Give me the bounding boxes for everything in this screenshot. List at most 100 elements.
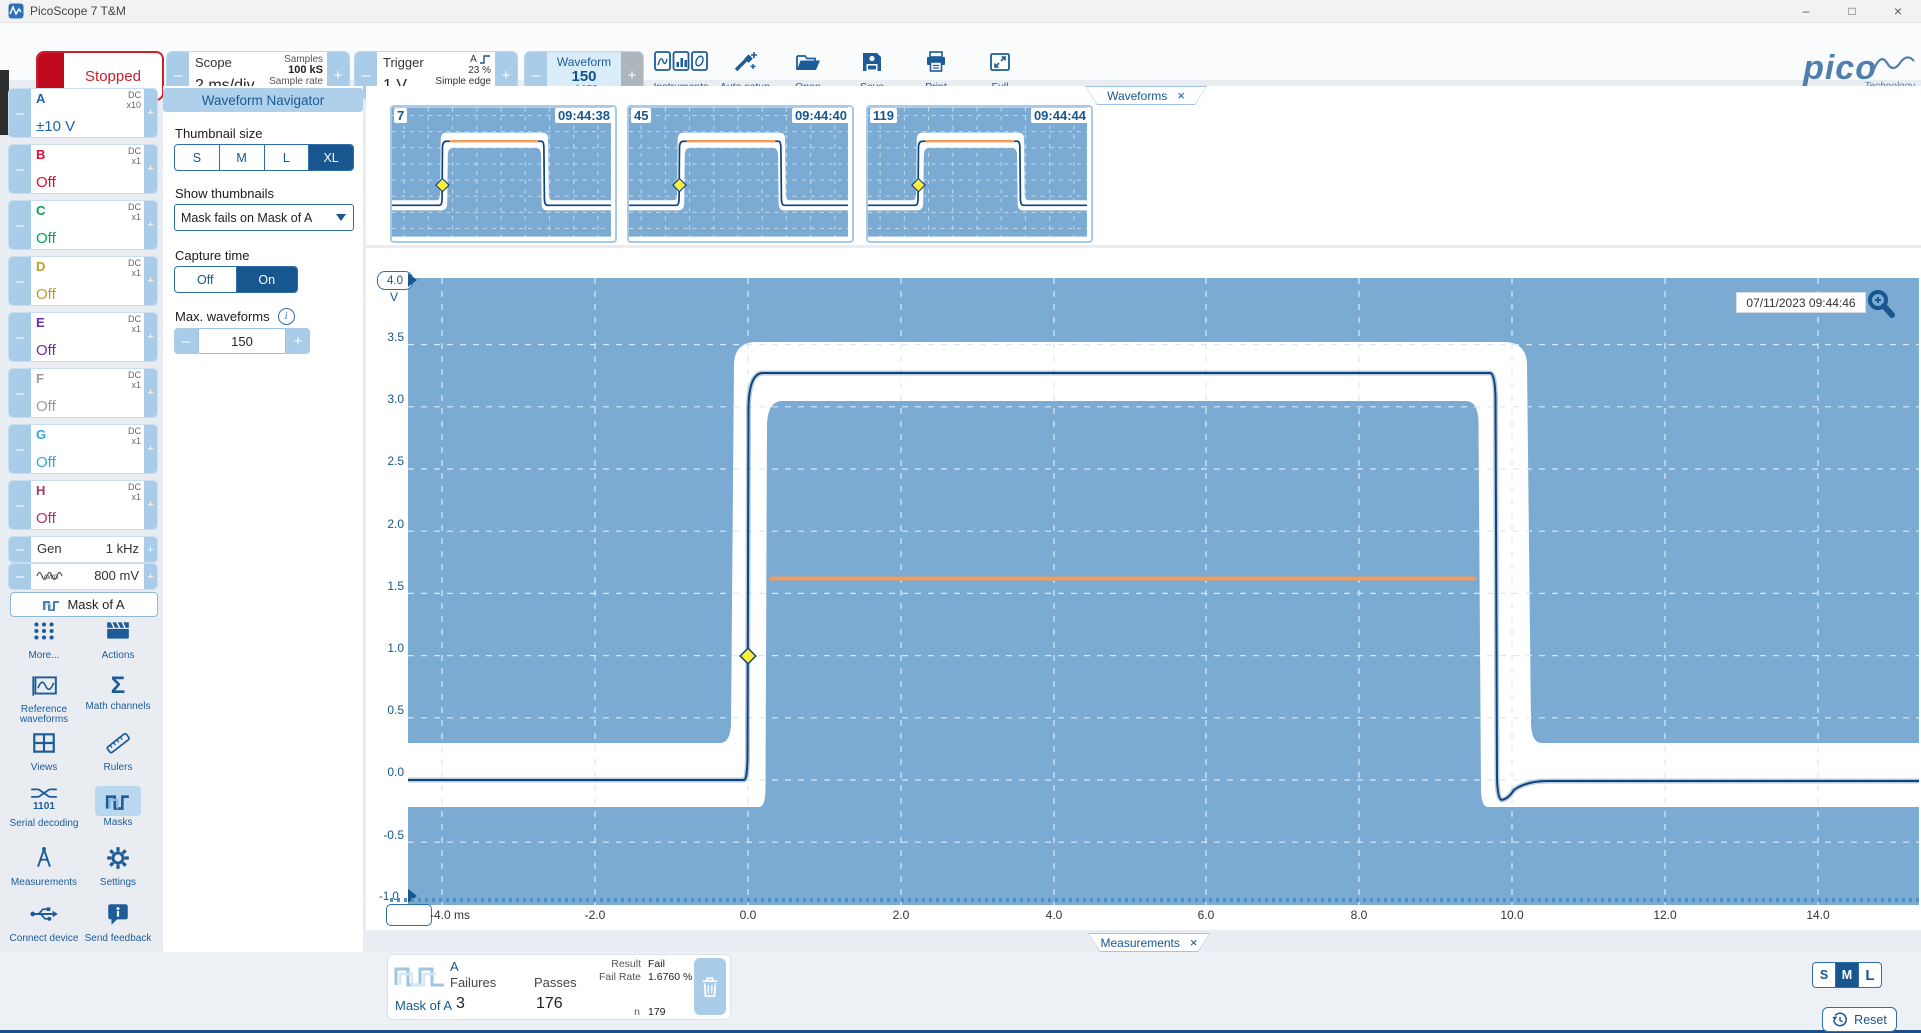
max-waveforms-increase-button[interactable]: + <box>286 328 310 354</box>
sidebar-item-send-feedback[interactable]: Send feedback <box>82 901 154 955</box>
channel-card-g[interactable]: – G DCx1 Off + <box>8 424 158 474</box>
max-waveforms-value[interactable]: 150 <box>198 328 286 354</box>
x-tick: -2.0 <box>565 908 625 922</box>
channel-d-expand-button[interactable]: + <box>144 257 157 305</box>
thumbnail-index: 7 <box>394 108 407 123</box>
channel-h-coupling: DC <box>128 482 141 492</box>
waveform-thumbnail[interactable]: 119 09:44:44 <box>866 105 1093 243</box>
channel-card-a[interactable]: – A DCx10 ±10 V + <box>8 88 158 138</box>
awg-collapse-button[interactable]: – <box>9 564 31 589</box>
size-s-button[interactable]: S <box>1813 963 1835 987</box>
size-l-button[interactable]: L <box>264 145 309 170</box>
size-xl-button[interactable]: XL <box>308 145 353 170</box>
channel-card-c[interactable]: – C DCx1 Off + <box>8 200 158 250</box>
mask-of-a-button[interactable]: Mask of A <box>10 592 158 617</box>
channel-card-e[interactable]: – E DCx1 Off + <box>8 312 158 362</box>
bottom-strip: Mask of A A Failures 3 Passes 176 Result… <box>0 952 1921 1033</box>
channel-e-id: E <box>36 315 45 330</box>
sidebar-item-rulers[interactable]: Rulers <box>82 730 154 784</box>
channel-a-collapse-button[interactable]: – <box>9 89 31 137</box>
size-m-button[interactable]: M <box>219 145 264 170</box>
thumbnail-index: 119 <box>870 108 897 123</box>
sidebar-item-masks[interactable]: Masks <box>82 786 154 840</box>
generator-expand-button[interactable]: + <box>144 537 157 562</box>
channel-d-collapse-button[interactable]: – <box>9 257 31 305</box>
tab-waveforms[interactable]: Waveforms × <box>1085 86 1207 105</box>
channel-f-collapse-button[interactable]: – <box>9 369 31 417</box>
channel-a-range: ±10 V <box>36 118 75 135</box>
sidebar-item-actions[interactable]: Actions <box>82 618 154 672</box>
tab-measurements[interactable]: Measurements × <box>1088 933 1210 952</box>
generator-row[interactable]: – Gen 1 kHz + <box>8 536 158 563</box>
mask-measurement-icon <box>394 961 446 987</box>
sidebar-item-serial-decoding[interactable]: 1101 Serial decoding <box>8 786 80 840</box>
capture-time-off-button[interactable]: Off <box>175 267 236 292</box>
generator-collapse-button[interactable]: – <box>9 537 31 562</box>
channel-card-b[interactable]: – B DCx1 Off + <box>8 144 158 194</box>
waveform-thumbnail[interactable]: 45 09:44:40 <box>627 105 854 243</box>
channel-h-expand-button[interactable]: + <box>144 481 157 529</box>
channel-h-collapse-button[interactable]: – <box>9 481 31 529</box>
show-thumbnails-label: Show thumbnails <box>175 186 274 201</box>
maximize-button[interactable]: □ <box>1829 0 1875 22</box>
reset-label: Reset <box>1854 1013 1887 1027</box>
awg-row[interactable]: – AWG 800 mV + <box>8 563 158 590</box>
delete-measurement-button[interactable] <box>694 958 726 1015</box>
sidebar-item-measurements[interactable]: Measurements <box>8 845 80 899</box>
thumbnail-size-control: S M L XL <box>174 144 354 171</box>
thumbnail-strip: Waveforms × 7 09:44:38 45 09:44:40 <box>366 86 1921 245</box>
channel-b-expand-button[interactable]: + <box>144 145 157 193</box>
channel-g-expand-button[interactable]: + <box>144 425 157 473</box>
svg-text:1101: 1101 <box>33 801 55 812</box>
measurements-tab-close-icon[interactable]: × <box>1190 935 1198 950</box>
sidebar-item-settings[interactable]: Settings <box>82 845 154 899</box>
channel-e-collapse-button[interactable]: – <box>9 313 31 361</box>
channel-g-collapse-button[interactable]: – <box>9 425 31 473</box>
awg-expand-button[interactable]: + <box>144 564 157 589</box>
channel-c-expand-button[interactable]: + <box>144 201 157 249</box>
sidebar-item-math-channels[interactable]: Σ Math channels <box>82 674 154 728</box>
size-m-button[interactable]: M <box>1835 963 1858 987</box>
waveform-thumbnail[interactable]: 7 09:44:38 <box>390 105 617 243</box>
measurement-mask-name: Mask of A <box>395 998 452 1013</box>
size-l-button[interactable]: L <box>1858 963 1881 987</box>
channel-card-h[interactable]: – H DCx1 Off + <box>8 480 158 530</box>
channel-e-expand-button[interactable]: + <box>144 313 157 361</box>
failures-value: 3 <box>456 995 465 1013</box>
send-feedback-icon <box>105 901 131 927</box>
serial-decoding-label: Serial decoding <box>8 819 80 829</box>
capture-time-on-button[interactable]: On <box>236 267 298 292</box>
y-axis-top-handle[interactable] <box>408 273 417 287</box>
channel-card-f[interactable]: – F DCx1 Off + <box>8 368 158 418</box>
sidebar-item-views[interactable]: Views <box>8 730 80 784</box>
show-thumbnails-dropdown[interactable]: Mask fails on Mask of A <box>174 204 354 231</box>
masks-active-chip <box>95 786 141 816</box>
channel-a-expand-button[interactable]: + <box>144 89 157 137</box>
close-button[interactable]: × <box>1875 0 1921 22</box>
sidebar-item-more[interactable]: More... <box>8 618 80 672</box>
x-tick: 2.0 <box>871 908 931 922</box>
reset-button[interactable]: Reset <box>1822 1007 1897 1032</box>
sidebar-item-connect-device[interactable]: Connect device <box>8 901 80 955</box>
mask-measurement-card[interactable]: Mask of A A Failures 3 Passes 176 Result… <box>387 954 731 1020</box>
measurements-tab-label: Measurements <box>1101 936 1180 950</box>
waveforms-tab-label: Waveforms <box>1107 89 1167 103</box>
connect-device-label: Connect device <box>8 934 80 944</box>
channel-b-collapse-button[interactable]: – <box>9 145 31 193</box>
capture-overview-scrollbar[interactable] <box>390 898 1919 902</box>
size-s-button[interactable]: S <box>175 145 219 170</box>
channel-c-collapse-button[interactable]: – <box>9 201 31 249</box>
x-tick: 14.0 <box>1788 908 1848 922</box>
zoom-overview-icon[interactable] <box>1866 288 1896 320</box>
max-waveforms-decrease-button[interactable]: – <box>174 328 198 354</box>
info-icon[interactable]: i <box>278 308 295 325</box>
scope-plot[interactable] <box>408 278 1919 905</box>
main-toolbar: Stopped – Scope 2 ms/div Samples 100 kS … <box>0 23 1921 80</box>
channel-card-d[interactable]: – D DCx1 Off + <box>8 256 158 306</box>
y-tick: 1.0 <box>366 641 404 655</box>
sidebar-item-reference-waveforms[interactable]: Reference waveforms <box>8 674 80 728</box>
navigator-header[interactable]: Waveform Navigator <box>163 88 363 112</box>
waveforms-tab-close-icon[interactable]: × <box>1177 88 1185 103</box>
channel-f-expand-button[interactable]: + <box>144 369 157 417</box>
minimize-button[interactable]: – <box>1783 0 1829 22</box>
